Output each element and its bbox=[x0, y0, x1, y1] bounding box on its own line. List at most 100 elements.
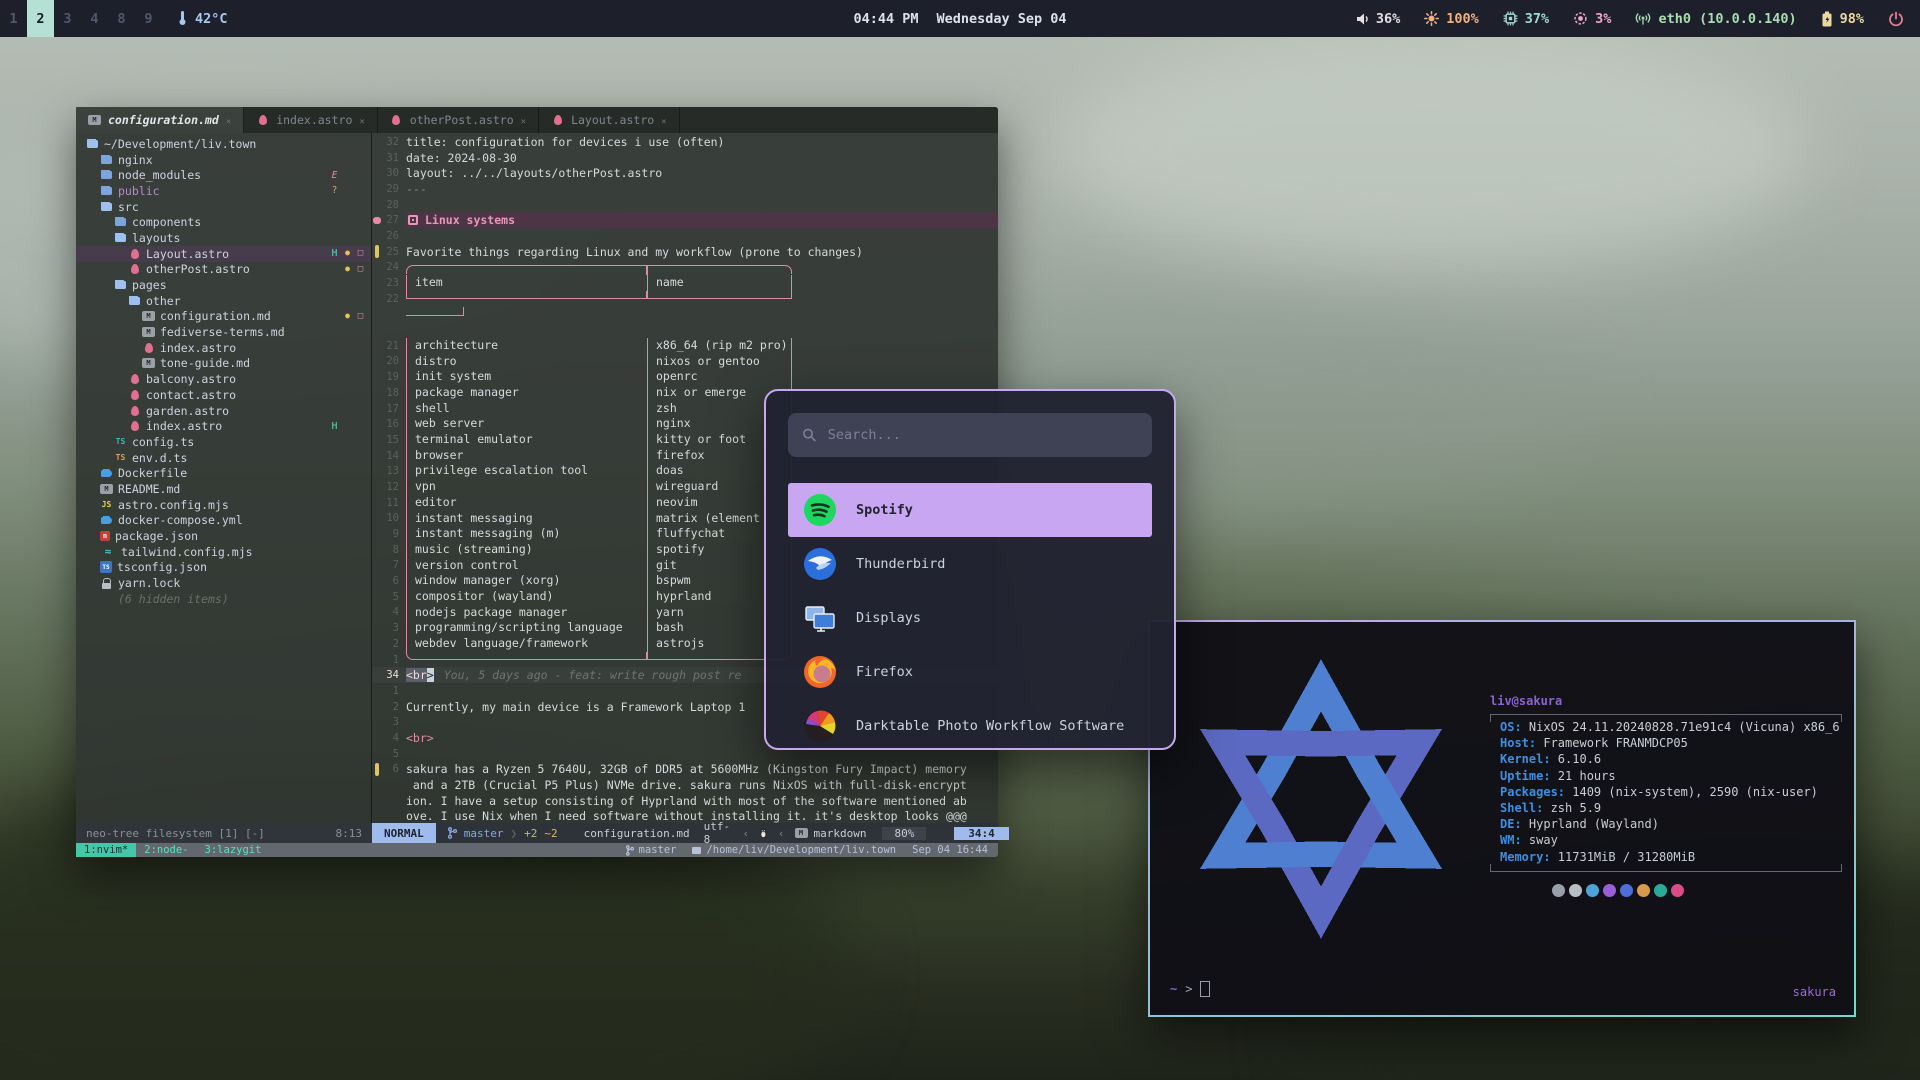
table-cell-item: music (streaming) bbox=[407, 542, 647, 558]
table-cell-item: init system bbox=[407, 369, 647, 385]
tree-item[interactable]: index.astro H bbox=[76, 418, 371, 434]
file-name: node_modules bbox=[118, 168, 201, 182]
buffer-line: 30 layout: ../../layouts/otherPost.astro bbox=[372, 165, 998, 181]
tab-close-icon[interactable] bbox=[359, 113, 364, 127]
tree-item[interactable]: tone-guide.md bbox=[76, 356, 371, 372]
buffer-tab[interactable]: configuration.md bbox=[76, 107, 244, 133]
tree-item[interactable]: contact.astro bbox=[76, 387, 371, 403]
tree-item[interactable]: balcony.astro bbox=[76, 371, 371, 387]
tree-item[interactable]: components bbox=[76, 214, 371, 230]
tree-item[interactable]: fediverse-terms.md bbox=[76, 324, 371, 340]
tree-item[interactable]: garden.astro bbox=[76, 403, 371, 419]
tree-item[interactable]: node_modules E bbox=[76, 167, 371, 183]
tree-item[interactable]: src bbox=[76, 199, 371, 215]
line-number: 13 bbox=[382, 465, 406, 477]
tree-item[interactable]: pages bbox=[76, 277, 371, 293]
git-status-badge: H bbox=[330, 248, 339, 259]
table-cell-name: nixos or gentoo bbox=[647, 354, 791, 370]
statusline: neo-tree filesystem [1] [-] 8:13 NORMAL … bbox=[76, 823, 998, 843]
tree-item[interactable]: package.json bbox=[76, 528, 371, 544]
fetch-info-label: Host: bbox=[1500, 736, 1536, 752]
buffer-tab[interactable]: Layout.astro bbox=[539, 107, 680, 133]
line-number: 2 bbox=[382, 638, 406, 650]
tmux-window[interactable]: 1:nvim* bbox=[76, 843, 136, 857]
power-button[interactable] bbox=[1888, 11, 1904, 27]
battery-icon bbox=[1821, 11, 1833, 27]
tree-item[interactable]: tsconfig.json bbox=[76, 560, 371, 576]
buffer-tab[interactable]: index.astro bbox=[244, 107, 378, 133]
launcher-item-darktable[interactable]: Darktable Photo Workflow Software bbox=[788, 699, 1152, 750]
tmux-window[interactable]: 3:lazygit bbox=[197, 843, 270, 857]
tree-item[interactable]: layouts bbox=[76, 230, 371, 246]
palette-dot bbox=[1671, 884, 1684, 897]
workspace-button[interactable]: 8 bbox=[108, 0, 135, 37]
tree-item[interactable]: public ? bbox=[76, 183, 371, 199]
palette-dot bbox=[1637, 884, 1650, 897]
workspace-button[interactable]: 2 bbox=[27, 0, 54, 37]
launcher-item-thunderbird[interactable]: Thunderbird bbox=[788, 537, 1152, 591]
modified-badge bbox=[343, 421, 352, 432]
workspace-button[interactable]: 4 bbox=[81, 0, 108, 37]
prompt-cwd: ~ bbox=[1170, 982, 1177, 996]
table-cell-item: privilege escalation tool bbox=[407, 463, 647, 479]
tree-item[interactable]: index.astro bbox=[76, 340, 371, 356]
file-name: tailwind.config.mjs bbox=[121, 545, 253, 559]
search-input[interactable] bbox=[828, 427, 1138, 443]
network-module[interactable]: eth0 (10.0.0.140) bbox=[1635, 11, 1796, 27]
file-name: config.ts bbox=[132, 435, 194, 449]
tree-item[interactable]: tailwind.config.mjs bbox=[76, 544, 371, 560]
fetch-info-value: 6.10.6 bbox=[1551, 752, 1602, 768]
table-top-border: 24 bbox=[372, 260, 998, 276]
neotree-status: neo-tree filesystem [1] [-] bbox=[86, 827, 265, 840]
file-icon bbox=[100, 169, 113, 182]
tab-close-icon[interactable] bbox=[661, 113, 666, 127]
line-number: 7 bbox=[382, 559, 406, 571]
buffer-tab[interactable]: otherPost.astro bbox=[378, 107, 539, 133]
tree-item[interactable]: docker-compose.yml bbox=[76, 513, 371, 529]
workspace-button[interactable]: 1 bbox=[0, 0, 27, 37]
brightness-module[interactable]: 100% bbox=[1424, 11, 1479, 27]
git-changed-count: ~2 bbox=[544, 827, 557, 840]
tree-item[interactable]: README.md bbox=[76, 481, 371, 497]
palette-dot bbox=[1603, 884, 1616, 897]
git-added-count: +2 bbox=[524, 827, 537, 840]
tree-item[interactable]: env.d.ts bbox=[76, 450, 371, 466]
table-row: 21 architecture x86_64 (rip m2 pro) bbox=[372, 338, 998, 354]
tree-item[interactable]: nginx bbox=[76, 152, 371, 168]
tree-item[interactable]: ~/Development/liv.town bbox=[76, 136, 371, 152]
unstaged-badge bbox=[356, 421, 365, 432]
launcher-item-displays[interactable]: Displays bbox=[788, 591, 1152, 645]
tree-item[interactable]: Layout.astro H ● □ bbox=[76, 246, 371, 262]
status-time: 8:13 bbox=[336, 827, 363, 840]
line-text: --- bbox=[406, 182, 427, 196]
launcher-item-label: Thunderbird bbox=[856, 556, 945, 572]
tree-item[interactable]: astro.config.mjs bbox=[76, 497, 371, 513]
search-bar[interactable] bbox=[788, 413, 1152, 457]
tmux-window[interactable]: 2:node- bbox=[136, 843, 196, 857]
launcher-item-firefox[interactable]: Firefox bbox=[788, 645, 1152, 699]
tmux-statusbar: 1:nvim* 2:node- 3:lazygit master /home/l… bbox=[76, 843, 998, 857]
shell-prompt[interactable]: ~ > bbox=[1170, 981, 1210, 997]
tree-item[interactable]: Dockerfile bbox=[76, 465, 371, 481]
workspace-button[interactable]: 3 bbox=[54, 0, 81, 37]
tab-close-icon[interactable] bbox=[226, 113, 231, 127]
tab-close-icon[interactable] bbox=[521, 113, 526, 127]
table-cell-item: browser bbox=[407, 448, 647, 464]
launcher-item-spotify[interactable]: Spotify bbox=[788, 483, 1152, 537]
line-number: 18 bbox=[382, 387, 406, 399]
volume-module[interactable]: 36% bbox=[1355, 11, 1400, 27]
chevron-separator-icon bbox=[511, 827, 518, 840]
tree-item[interactable]: (6 hidden items) bbox=[76, 591, 371, 607]
tree-item[interactable]: yarn.lock bbox=[76, 575, 371, 591]
tab-label: otherPost.astro bbox=[410, 113, 514, 127]
palette-dot bbox=[1654, 884, 1667, 897]
tree-item[interactable]: otherPost.astro ● □ bbox=[76, 262, 371, 278]
launcher-item-label: Darktable Photo Workflow Software bbox=[856, 718, 1124, 734]
tree-item[interactable]: config.ts bbox=[76, 434, 371, 450]
temperature-module: 42°C bbox=[176, 11, 228, 27]
tree-item[interactable]: other bbox=[76, 293, 371, 309]
tree-item[interactable]: configuration.md ● □ bbox=[76, 309, 371, 325]
workspace-button[interactable]: 9 bbox=[135, 0, 162, 37]
file-name: components bbox=[132, 215, 201, 229]
linux-penguin-icon bbox=[759, 827, 768, 839]
